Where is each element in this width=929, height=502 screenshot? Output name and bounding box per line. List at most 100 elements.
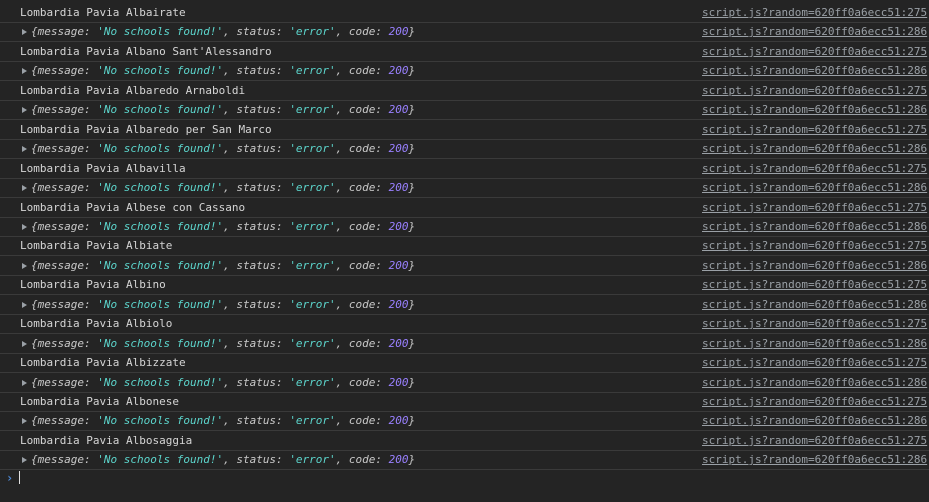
source-link[interactable]: script.js?random=620ff0a6ecc51:275 xyxy=(702,159,927,178)
source-link[interactable]: script.js?random=620ff0a6ecc51:275 xyxy=(702,42,927,61)
object-key-status: , status: xyxy=(223,64,290,78)
source-link[interactable]: script.js?random=620ff0a6ecc51:275 xyxy=(702,236,927,255)
expand-triangle-icon[interactable] xyxy=(22,29,27,36)
expand-triangle-icon[interactable] xyxy=(22,418,27,425)
object-key-status: , status: xyxy=(223,375,290,389)
object-value-status: 'error' xyxy=(289,414,336,428)
object-preview: {message: 'No schools found!', status: '… xyxy=(31,259,415,272)
object-preview: {message: 'No schools found!', status: '… xyxy=(31,376,415,389)
object-close-brace: } xyxy=(408,453,416,467)
expand-triangle-icon[interactable] xyxy=(22,340,27,347)
object-key-message: message: xyxy=(37,258,98,272)
object-close-brace: } xyxy=(408,219,416,233)
object-open-brace: { xyxy=(31,103,38,117)
object-value-status: 'error' xyxy=(289,297,336,311)
object-key-status: , status: xyxy=(223,219,290,233)
console-log-entry: Lombardia Pavia Albano Sant'Alessandro sc… xyxy=(0,42,929,62)
console-object-entry[interactable]: {message: 'No schools found!', status: '… xyxy=(0,139,929,160)
expand-triangle-icon[interactable] xyxy=(22,301,27,308)
expand-triangle-icon[interactable] xyxy=(22,146,27,153)
object-value-status: 'error' xyxy=(289,181,336,195)
object-value-message: 'No schools found!' xyxy=(97,64,224,78)
console-object-entry[interactable]: {message: 'No schools found!', status: '… xyxy=(0,178,929,199)
object-value-message: 'No schools found!' xyxy=(97,414,224,428)
object-preview: {message: 'No schools found!', status: '… xyxy=(31,181,415,194)
source-link[interactable]: script.js?random=620ff0a6ecc51:286 xyxy=(702,295,927,314)
source-link[interactable]: script.js?random=620ff0a6ecc51:275 xyxy=(702,392,927,411)
source-link[interactable]: script.js?random=620ff0a6ecc51:286 xyxy=(702,256,927,275)
console-object-entry[interactable]: {message: 'No schools found!', status: '… xyxy=(0,22,929,43)
object-key-status: , status: xyxy=(223,453,290,467)
object-key-message: message: xyxy=(37,25,98,39)
console-log-entry: Lombardia Pavia Albaredo Arnaboldi script… xyxy=(0,81,929,101)
log-message-text: Lombardia Pavia Albosaggia xyxy=(20,433,193,447)
object-open-brace: { xyxy=(31,64,38,78)
object-key-code: , code: xyxy=(335,414,389,428)
object-preview: {message: 'No schools found!', status: '… xyxy=(31,220,415,233)
source-link[interactable]: script.js?random=620ff0a6ecc51:286 xyxy=(702,373,927,392)
console-object-entry[interactable]: {message: 'No schools found!', status: '… xyxy=(0,373,929,393)
object-key-message: message: xyxy=(37,414,98,428)
expand-triangle-icon[interactable] xyxy=(22,107,27,114)
source-link[interactable]: script.js?random=620ff0a6ecc51:275 xyxy=(702,431,927,450)
log-object-preview: {message: 'No schools found!', status: '… xyxy=(22,178,415,197)
console-object-entry[interactable]: {message: 'No schools found!', status: '… xyxy=(0,295,929,315)
expand-triangle-icon[interactable] xyxy=(22,185,27,192)
object-value-message: 'No schools found!' xyxy=(97,142,224,156)
expand-triangle-icon[interactable] xyxy=(22,68,27,75)
source-link[interactable]: script.js?random=620ff0a6ecc51:286 xyxy=(702,100,927,119)
source-link[interactable]: script.js?random=620ff0a6ecc51:275 xyxy=(702,353,927,372)
object-close-brace: } xyxy=(408,414,416,428)
console-object-entry[interactable]: {message: 'No schools found!', status: '… xyxy=(0,411,929,432)
source-link[interactable]: script.js?random=620ff0a6ecc51:286 xyxy=(702,217,927,236)
expand-triangle-icon[interactable] xyxy=(22,223,27,230)
object-key-status: , status: xyxy=(223,336,290,350)
source-link[interactable]: script.js?random=620ff0a6ecc51:286 xyxy=(702,334,927,353)
console-panel: Lombardia Pavia Albairate script.js?rando… xyxy=(0,0,929,502)
source-link[interactable]: script.js?random=620ff0a6ecc51:286 xyxy=(702,61,927,80)
expand-triangle-icon[interactable] xyxy=(22,457,27,464)
object-close-brace: } xyxy=(408,375,416,389)
source-link[interactable]: script.js?random=620ff0a6ecc51:286 xyxy=(702,411,927,430)
object-key-status: , status: xyxy=(223,142,290,156)
expand-triangle-icon[interactable] xyxy=(22,262,27,269)
log-object-preview: {message: 'No schools found!', status: '… xyxy=(22,100,415,119)
log-object-preview: {message: 'No schools found!', status: '… xyxy=(22,217,415,236)
object-value-status: 'error' xyxy=(289,142,336,156)
expand-triangle-icon[interactable] xyxy=(22,379,27,386)
console-log-entry: Lombardia Pavia Albiate script.js?random=… xyxy=(0,236,929,257)
console-object-entry[interactable]: {message: 'No schools found!', status: '… xyxy=(0,334,929,354)
object-key-code: , code: xyxy=(335,375,389,389)
source-link[interactable]: script.js?random=620ff0a6ecc51:275 xyxy=(702,3,927,22)
source-link[interactable]: script.js?random=620ff0a6ecc51:275 xyxy=(702,81,927,100)
object-key-message: message: xyxy=(37,219,98,233)
console-input-caret[interactable] xyxy=(19,471,20,484)
console-log-entry: Lombardia Pavia Albino script.js?random=6… xyxy=(0,275,929,296)
source-link[interactable]: script.js?random=620ff0a6ecc51:275 xyxy=(702,275,927,294)
object-key-code: , code: xyxy=(335,103,389,117)
source-link[interactable]: script.js?random=620ff0a6ecc51:275 xyxy=(702,120,927,139)
console-prompt[interactable]: › xyxy=(0,468,929,488)
object-key-message: message: xyxy=(37,181,98,195)
source-link[interactable]: script.js?random=620ff0a6ecc51:286 xyxy=(702,450,927,469)
object-value-message: 'No schools found!' xyxy=(97,453,224,467)
console-object-entry[interactable]: {message: 'No schools found!', status: '… xyxy=(0,256,929,276)
console-object-entry[interactable]: {message: 'No schools found!', status: '… xyxy=(0,217,929,237)
source-link[interactable]: script.js?random=620ff0a6ecc51:275 xyxy=(702,314,927,333)
object-value-message: 'No schools found!' xyxy=(97,219,224,233)
log-object-preview: {message: 'No schools found!', status: '… xyxy=(22,334,415,353)
log-object-preview: {message: 'No schools found!', status: '… xyxy=(22,450,415,469)
source-link[interactable]: script.js?random=620ff0a6ecc51:286 xyxy=(702,178,927,197)
log-message-text: Lombardia Pavia Albavilla xyxy=(20,161,186,175)
object-value-status: 'error' xyxy=(289,103,336,117)
console-log-entry: Lombardia Pavia Albosaggia script.js?rand… xyxy=(0,431,929,451)
object-open-brace: { xyxy=(31,375,38,389)
log-message-text: Lombardia Pavia Albiolo xyxy=(20,317,173,331)
source-link[interactable]: script.js?random=620ff0a6ecc51:275 xyxy=(702,198,927,217)
console-object-entry[interactable]: {message: 'No schools found!', status: '… xyxy=(0,100,929,121)
log-message-text: Lombardia Pavia Albino xyxy=(20,278,166,292)
console-object-entry[interactable]: {message: 'No schools found!', status: '… xyxy=(0,61,929,82)
object-value-code: 200 xyxy=(388,25,409,39)
source-link[interactable]: script.js?random=620ff0a6ecc51:286 xyxy=(702,22,927,41)
source-link[interactable]: script.js?random=620ff0a6ecc51:286 xyxy=(702,139,927,158)
